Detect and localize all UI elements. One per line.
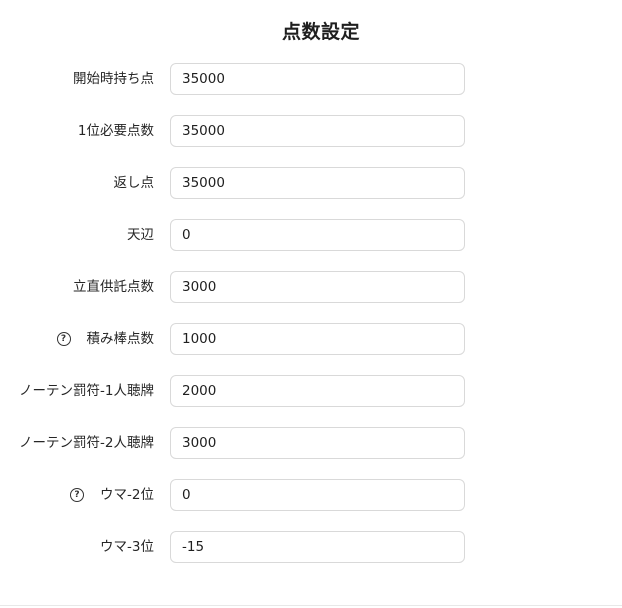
field-label: ノーテン罰符-2人聴牌 — [19, 435, 154, 451]
form-row-riichi-deposit: 立直供託点数 — [0, 271, 622, 323]
return-points-input[interactable] — [170, 167, 465, 199]
first-place-required-input[interactable] — [170, 115, 465, 147]
form-row-noten-2-tenpai: ノーテン罰符-2人聴牌 — [0, 427, 622, 479]
score-settings-page: 点数設定 開始時持ち点 1位必要点数 返し点 天辺 立直供託点数 ? 積み棒点数 — [0, 0, 622, 608]
form-row-honba-points: ? 積み棒点数 — [0, 323, 622, 375]
question-circle-icon[interactable]: ? — [70, 488, 85, 502]
honba-points-input[interactable] — [170, 323, 465, 355]
uma-2nd-input[interactable] — [170, 479, 465, 511]
noten-1-tenpai-input[interactable] — [170, 375, 465, 407]
uma-3rd-input[interactable] — [170, 531, 465, 563]
field-label: 開始時持ち点 — [73, 71, 154, 87]
riichi-deposit-input[interactable] — [170, 271, 465, 303]
field-label: 立直供託点数 — [73, 279, 154, 295]
form-row-starting-points: 開始時持ち点 — [0, 63, 622, 115]
page-title: 点数設定 — [281, 21, 360, 43]
form-row-uma-3rd: ウマ-3位 — [0, 531, 622, 583]
form-row-noten-1-tenpai: ノーテン罰符-1人聴牌 — [0, 375, 622, 427]
field-label: 1位必要点数 — [77, 123, 154, 139]
settings-form: 開始時持ち点 1位必要点数 返し点 天辺 立直供託点数 ? 積み棒点数 ノー — [0, 63, 622, 583]
tenpen-input[interactable] — [170, 219, 465, 251]
question-circle-icon[interactable]: ? — [56, 332, 71, 346]
starting-points-input[interactable] — [170, 63, 465, 95]
divider — [0, 605, 622, 606]
field-label: 天辺 — [127, 227, 154, 243]
field-label: ウマ-3位 — [100, 539, 154, 555]
form-row-return-points: 返し点 — [0, 167, 622, 219]
field-label: ? 積み棒点数 — [56, 323, 154, 355]
form-row-tenpen: 天辺 — [0, 219, 622, 271]
field-label: ノーテン罰符-1人聴牌 — [19, 383, 154, 399]
noten-2-tenpai-input[interactable] — [170, 427, 465, 459]
form-row-first-place-required: 1位必要点数 — [0, 115, 622, 167]
form-row-uma-2nd: ? ウマ-2位 — [0, 479, 622, 531]
field-label: 返し点 — [113, 175, 155, 191]
field-label: ? ウマ-2位 — [70, 479, 154, 511]
